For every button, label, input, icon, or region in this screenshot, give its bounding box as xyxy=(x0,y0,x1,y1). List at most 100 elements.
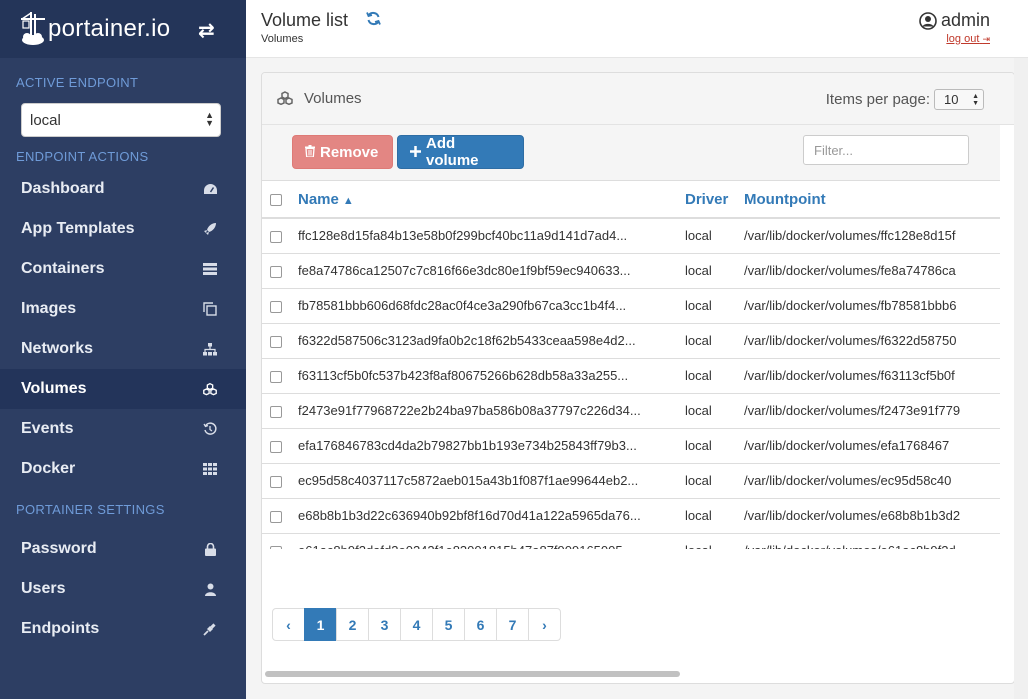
volume-mountpoint: /var/lib/docker/volumes/e68b8b1b3d2 xyxy=(744,498,1000,534)
volume-driver: local xyxy=(685,498,744,534)
row-checkbox[interactable] xyxy=(270,265,282,278)
sidebar-item-label: Networks xyxy=(21,340,94,357)
row-checkbox[interactable] xyxy=(270,475,282,488)
sidebar-item-docker[interactable]: Docker xyxy=(0,449,246,489)
driver-column-header[interactable]: Driver xyxy=(685,181,744,219)
row-checkbox[interactable] xyxy=(270,300,282,313)
add-volume-label: Add volume xyxy=(426,135,479,169)
sidebar-item-dashboard[interactable]: Dashboard xyxy=(0,169,246,209)
row-checkbox[interactable] xyxy=(270,545,282,549)
pagination-prev[interactable]: ‹ xyxy=(272,608,305,641)
volumes-panel: Volumes Items per page: 10 ▲ ▼ Remove Add… xyxy=(261,72,1015,684)
sidebar-item-label: Docker xyxy=(21,460,76,477)
table-row: e61ac8b9f2dafd3e0242f1e83001815b47a87f90… xyxy=(262,533,1000,549)
row-checkbox[interactable] xyxy=(270,335,282,348)
server-icon xyxy=(202,261,218,277)
table-row: f2473e91f77968722e2b24ba97ba586b08a37797… xyxy=(262,393,1000,429)
name-column-label: Name xyxy=(298,190,339,208)
row-select-cell xyxy=(262,288,298,324)
th-icon xyxy=(202,461,218,477)
sort-asc-icon: ▲ xyxy=(342,194,354,207)
volume-name[interactable]: e68b8b1b3d22c636940b92bf8f16d70d41a122a5… xyxy=(298,498,685,534)
volume-mountpoint: /var/lib/docker/volumes/fe8a74786ca xyxy=(744,253,1000,289)
top-header: Volume list Volumes admin log out ⇥ xyxy=(246,0,1028,58)
sidebar-item-images[interactable]: Images xyxy=(0,289,246,329)
driver-column-label: Driver xyxy=(685,190,729,208)
page-title: Volume list xyxy=(261,10,349,30)
select-caret-icon: ▲ ▼ xyxy=(205,110,214,128)
add-volume-button[interactable]: Add volume xyxy=(397,135,524,169)
sidebar-item-password[interactable]: Password xyxy=(0,529,246,569)
name-column-header[interactable]: Name ▲ xyxy=(298,181,685,219)
items-per-page-value: 10 xyxy=(944,92,959,107)
pagination-page-2[interactable]: 2 xyxy=(336,608,369,641)
portainer-logo[interactable]: portainer.io xyxy=(20,12,170,46)
select-all-checkbox[interactable] xyxy=(270,193,282,206)
cubes-icon xyxy=(276,91,294,110)
sidebar-item-label: Dashboard xyxy=(21,180,105,197)
mountpoint-column-header[interactable]: Mountpoint xyxy=(744,181,1000,219)
exchange-icon[interactable]: ⇄ xyxy=(198,18,215,43)
row-select-cell xyxy=(262,393,298,429)
volume-driver: local xyxy=(685,428,744,464)
rocket-icon xyxy=(202,221,218,237)
table-row: e68b8b1b3d22c636940b92bf8f16d70d41a122a5… xyxy=(262,498,1000,534)
sidebar-item-label: Events xyxy=(21,420,74,437)
table-header-row: Name ▲ Driver Mountpoint xyxy=(262,181,1000,219)
volume-driver: local xyxy=(685,288,744,324)
endpoint-select[interactable]: local ▲ ▼ xyxy=(21,103,221,137)
row-checkbox[interactable] xyxy=(270,440,282,453)
volume-name[interactable]: f2473e91f77968722e2b24ba97ba586b08a37797… xyxy=(298,393,685,429)
sidebar-item-app-templates[interactable]: App Templates xyxy=(0,209,246,249)
volume-mountpoint: /var/lib/docker/volumes/f63113cf5b0f xyxy=(744,358,1000,394)
pagination-page-6[interactable]: 6 xyxy=(464,608,497,641)
sign-out-icon: ⇥ xyxy=(982,34,990,44)
refresh-icon[interactable] xyxy=(366,11,381,31)
sidebar-item-containers[interactable]: Containers xyxy=(0,249,246,289)
sidebar-item-users[interactable]: Users xyxy=(0,569,246,609)
sidebar: portainer.io ⇄ ACTIVE ENDPOINT local ▲ ▼ … xyxy=(0,0,246,699)
volume-name[interactable]: fe8a74786ca12507c7c816f66e3dc80e1f9bf59e… xyxy=(298,253,685,289)
row-select-cell xyxy=(262,323,298,359)
trash-icon xyxy=(305,144,315,161)
pagination-next[interactable]: › xyxy=(528,608,561,641)
items-per-page-select[interactable]: 10 ▲ ▼ xyxy=(934,89,984,110)
pagination-page-3[interactable]: 3 xyxy=(368,608,401,641)
volume-name[interactable]: f63113cf5b0fc537b423f8af80675266b628db58… xyxy=(298,358,685,394)
row-checkbox[interactable] xyxy=(270,510,282,523)
sidebar-item-networks[interactable]: Networks xyxy=(0,329,246,369)
remove-button-label: Remove xyxy=(320,143,379,161)
endpoint-actions-title: ENDPOINT ACTIONS xyxy=(16,149,149,164)
pagination-page-1[interactable]: 1 xyxy=(304,608,337,641)
plug-icon xyxy=(202,621,218,637)
row-checkbox[interactable] xyxy=(270,230,282,243)
vertical-scrollbar-track[interactable] xyxy=(1014,58,1028,699)
volume-mountpoint: /var/lib/docker/volumes/ffc128e8d15f xyxy=(744,218,1000,254)
pagination-page-7[interactable]: 7 xyxy=(496,608,529,641)
volume-name[interactable]: ffc128e8d15fa84b13e58b0f299bcf40bc11a9d1… xyxy=(298,218,685,254)
volume-name[interactable]: e61ac8b9f2dafd3e0242f1e83001815b47a87f90… xyxy=(298,533,685,549)
pagination-page-5[interactable]: 5 xyxy=(432,608,465,641)
row-checkbox[interactable] xyxy=(270,405,282,418)
volume-driver: local xyxy=(685,253,744,289)
logout-link[interactable]: log out ⇥ xyxy=(946,33,990,45)
pagination-page-4[interactable]: 4 xyxy=(400,608,433,641)
volume-driver: local xyxy=(685,463,744,499)
row-select-cell xyxy=(262,428,298,464)
sidebar-item-events[interactable]: Events xyxy=(0,409,246,449)
volume-name[interactable]: f6322d587506c3123ad9fa0b2c18f62b5433ceaa… xyxy=(298,323,685,359)
sidebar-item-endpoints[interactable]: Endpoints xyxy=(0,609,246,649)
table-row: fe8a74786ca12507c7c816f66e3dc80e1f9bf59e… xyxy=(262,253,1000,289)
pagination: ‹ 1 2 3 4 5 6 7 › xyxy=(272,608,561,641)
filter-input[interactable] xyxy=(803,135,969,165)
dashboard-icon xyxy=(202,181,218,197)
volume-name[interactable]: ec95d58c4037117c5872aeb015a43b1f087f1ae9… xyxy=(298,463,685,499)
volume-name[interactable]: efa176846783cd4da2b79827bb1b193e734b2584… xyxy=(298,428,685,464)
horizontal-scrollbar[interactable] xyxy=(265,671,680,677)
endpoint-select-value: local xyxy=(30,111,61,129)
remove-button[interactable]: Remove xyxy=(292,135,393,169)
row-checkbox[interactable] xyxy=(270,370,282,383)
volume-name[interactable]: fb78581bbb606d68fdc28ac0f4ce3a290fb67ca3… xyxy=(298,288,685,324)
sidebar-item-volumes[interactable]: Volumes xyxy=(0,369,246,409)
active-endpoint-title: ACTIVE ENDPOINT xyxy=(16,75,139,90)
